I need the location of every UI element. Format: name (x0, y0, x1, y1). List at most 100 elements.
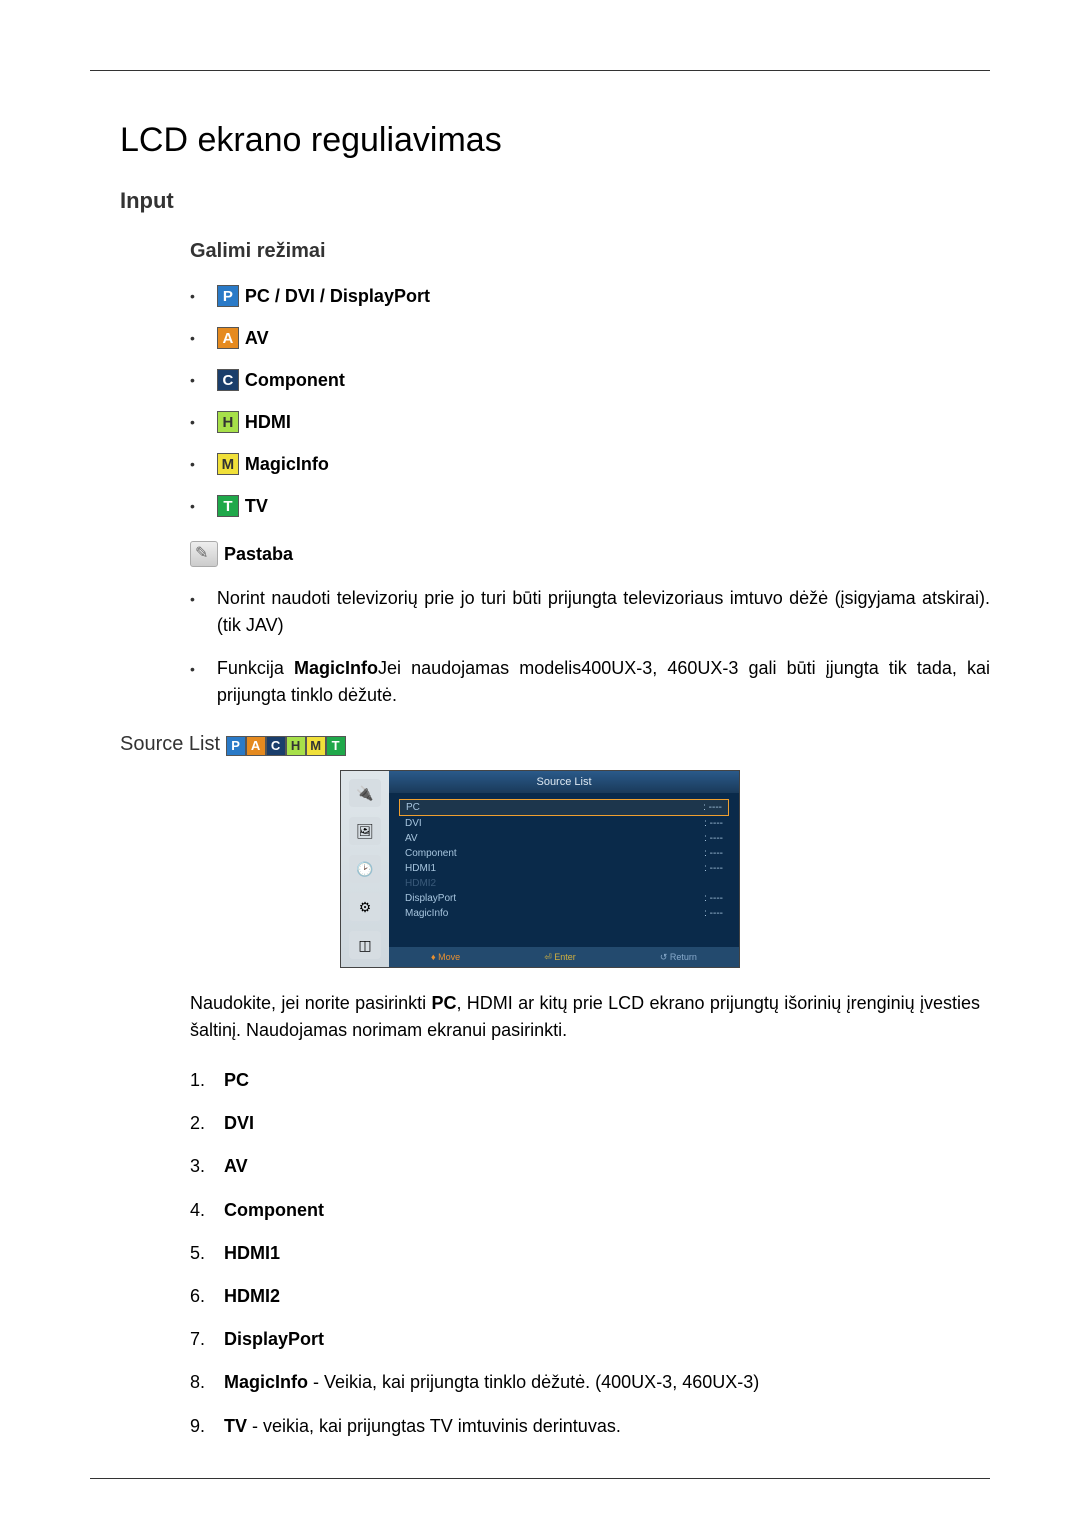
mode-label: HDMI (245, 412, 291, 433)
ol-number: 3. (190, 1154, 224, 1179)
mode-label: Component (245, 370, 345, 391)
source-badge: A (246, 736, 266, 756)
bottom-rule (90, 1478, 990, 1479)
ol-number: 9. (190, 1414, 224, 1439)
osd-enter: ⏎ Enter (544, 952, 576, 963)
bullet-icon: • (190, 372, 195, 388)
osd-row-name: DisplayPort (405, 893, 456, 904)
ol-number: 7. (190, 1327, 224, 1352)
osd-row-val: : ---- (704, 818, 723, 829)
osd-title: Source List (389, 771, 739, 793)
mode-item: • A AV (190, 327, 990, 349)
note-row: Pastaba (190, 541, 990, 567)
source-ordered-list: 1. PC2. DVI3. AV4. Component5. HDMI16. H… (190, 1068, 990, 1439)
osd-row-name: Component (405, 848, 457, 859)
osd-row-name: AV (405, 833, 418, 844)
note-item: • Funkcija MagicInfoJei naudojamas modeli… (190, 655, 990, 709)
source-badge: C (266, 736, 286, 756)
osd-icon-multi: ◫ (349, 931, 381, 959)
mode-label: MagicInfo (245, 454, 329, 475)
ol-text: AV (224, 1154, 248, 1179)
osd-row-name: MagicInfo (405, 908, 448, 919)
ol-number: 2. (190, 1111, 224, 1136)
osd-row-val: : ---- (704, 863, 723, 874)
osd-return: ↺ Return (660, 952, 697, 963)
note-item: • Norint naudoti televizorių prie jo turi… (190, 585, 990, 639)
osd-row-val: : ---- (704, 893, 723, 904)
osd-row-name: HDMI2 (405, 878, 436, 889)
ol-text: PC (224, 1068, 249, 1093)
bullet-icon: • (190, 330, 195, 346)
mode-label: TV (245, 496, 268, 517)
ol-item: 3. AV (190, 1154, 990, 1179)
osd-row-name: HDMI1 (405, 863, 436, 874)
ol-item: 7. DisplayPort (190, 1327, 990, 1352)
note-list: • Norint naudoti televizorių prie jo turi… (190, 585, 990, 709)
osd-icon-sound: 🕑 (349, 855, 381, 883)
body-paragraph: Naudokite, jei norite pasirinkti PC, HDM… (190, 990, 980, 1044)
mode-item: • T TV (190, 495, 990, 517)
ol-item: 6. HDMI2 (190, 1284, 990, 1309)
mode-label: PC / DVI / DisplayPort (245, 286, 430, 307)
bullet-icon: • (190, 659, 195, 709)
mode-item: • M MagicInfo (190, 453, 990, 475)
osd-row: HDMI2 (399, 876, 729, 891)
bullet-icon: • (190, 589, 195, 639)
mode-item: • H HDMI (190, 411, 990, 433)
modes-heading: Galimi režimai (190, 240, 990, 263)
source-list-label: Source List (120, 733, 220, 756)
ol-text: MagicInfo - Veikia, kai prijungta tinklo… (224, 1370, 759, 1395)
osd-body: PC : ---- DVI : ---- AV : ---- Component : ----… (389, 793, 739, 947)
mode-badge: C (217, 369, 239, 391)
source-badge: M (306, 736, 326, 756)
ol-number: 1. (190, 1068, 224, 1093)
ol-item: 1. PC (190, 1068, 990, 1093)
osd-move: ♦ Move (431, 952, 460, 962)
bullet-icon: • (190, 288, 195, 304)
ol-item: 9. TV - veikia, kai prijungtas TV imtuvi… (190, 1414, 990, 1439)
top-rule (90, 70, 990, 71)
ol-item: 5. HDMI1 (190, 1241, 990, 1266)
section-input: Input (120, 188, 990, 214)
ol-text: DVI (224, 1111, 254, 1136)
osd-row-name: PC (406, 802, 420, 813)
mode-item: • C Component (190, 369, 990, 391)
ol-text: TV - veikia, kai prijungtas TV imtuvinis… (224, 1414, 621, 1439)
source-badge: P (226, 736, 246, 756)
source-badge: H (286, 736, 306, 756)
osd-row: PC : ---- (399, 799, 729, 816)
ol-text: Component (224, 1198, 324, 1223)
osd-icon-setup: ⚙ (349, 893, 381, 921)
osd-row: HDMI1 : ---- (399, 861, 729, 876)
ol-text: DisplayPort (224, 1327, 324, 1352)
note-text: Norint naudoti televizorių prie jo turi … (217, 585, 990, 639)
osd-row-val: : ---- (704, 833, 723, 844)
mode-item: • P PC / DVI / DisplayPort (190, 285, 990, 307)
osd-footer: ♦ Move ⏎ Enter ↺ Return (389, 947, 739, 967)
osd-row-val: : ---- (703, 802, 722, 813)
osd-icon-input: 🔌 (349, 779, 381, 807)
osd-row-name: DVI (405, 818, 422, 829)
mode-badge: A (217, 327, 239, 349)
mode-badge: M (217, 453, 239, 475)
mode-badge: P (217, 285, 239, 307)
ol-number: 4. (190, 1198, 224, 1223)
osd-sidebar: 🔌 🖼 🕑 ⚙ ◫ (341, 771, 389, 967)
osd-row-val: : ---- (704, 908, 723, 919)
note-text: Funkcija MagicInfoJei naudojamas modelis… (217, 655, 990, 709)
osd-row: DVI : ---- (399, 816, 729, 831)
mode-label: AV (245, 328, 269, 349)
note-icon (190, 541, 218, 567)
source-list-heading: Source List PACHMT (120, 733, 990, 756)
ol-text: HDMI2 (224, 1284, 280, 1309)
note-label: Pastaba (224, 544, 293, 565)
ol-number: 6. (190, 1284, 224, 1309)
page-title: LCD ekrano reguliavimas (120, 121, 990, 160)
mode-badge: H (217, 411, 239, 433)
ol-item: 2. DVI (190, 1111, 990, 1136)
ol-item: 8. MagicInfo - Veikia, kai prijungta tin… (190, 1370, 990, 1395)
osd-row: AV : ---- (399, 831, 729, 846)
osd-icon-picture: 🖼 (349, 817, 381, 845)
bullet-icon: • (190, 414, 195, 430)
bullet-icon: • (190, 456, 195, 472)
